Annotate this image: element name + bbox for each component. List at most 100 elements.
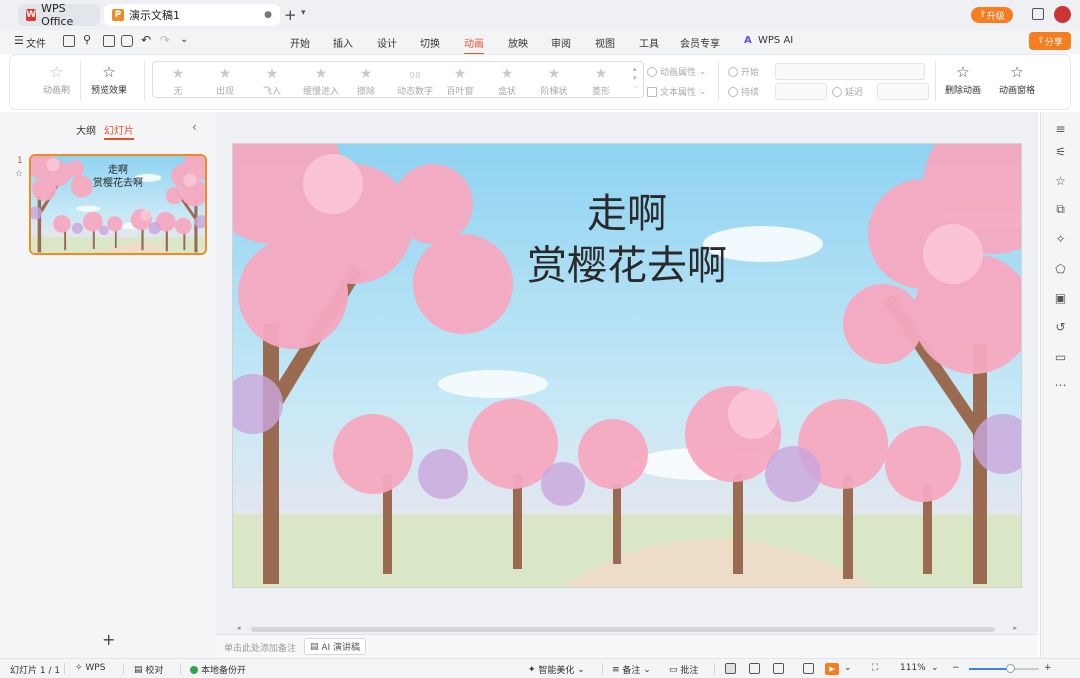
save-icon[interactable] — [63, 35, 75, 47]
tab-label: WPS Office — [41, 2, 74, 28]
tab-insert[interactable]: 插入 — [333, 35, 353, 50]
zoom-slider-knob[interactable] — [1005, 664, 1015, 673]
hamburger-icon[interactable]: ≡ — [1054, 122, 1067, 136]
proofread-button[interactable]: ▤ 校对 — [134, 663, 163, 677]
animation-painter-button[interactable]: ☆ 动画刷 — [43, 63, 70, 96]
tab-review[interactable]: 审阅 — [551, 35, 571, 50]
notes-button[interactable]: ≡ 备注 ⌄ — [612, 663, 651, 677]
animation-pane-button[interactable]: ☆ 动画窗格 — [999, 63, 1035, 96]
comment-icon: ▭ — [669, 664, 681, 675]
zoom-in-icon[interactable]: + — [1044, 663, 1052, 673]
scroll-left-icon[interactable]: ◂ — [237, 624, 241, 632]
duration-stepper[interactable] — [775, 83, 827, 100]
copy-icon[interactable]: ⧉ — [1054, 202, 1067, 216]
fit-window-icon[interactable]: ⛶ — [872, 663, 878, 673]
animation-props-button[interactable]: 动画属性 ⌄ — [647, 65, 706, 78]
tab-outline[interactable]: 大纲 — [76, 122, 96, 137]
chevron-down-icon[interactable]: ⌄ — [180, 34, 188, 45]
slide[interactable]: 走啊 赏樱花去啊 — [233, 144, 1021, 587]
undo-icon[interactable]: ↶ — [141, 33, 151, 47]
print-icon[interactable] — [103, 35, 115, 47]
share-button[interactable]: ⇪ 分享 — [1029, 32, 1071, 50]
image-edit-icon[interactable]: ▣ — [1054, 291, 1067, 305]
upgrade-button[interactable]: ⇧ 升级 — [971, 7, 1013, 23]
effect-box[interactable]: ★ 盒状 — [485, 66, 529, 97]
tab-home[interactable]: 开始 — [290, 35, 310, 50]
tab-design[interactable]: 设计 — [377, 35, 397, 50]
smart-beautify-button[interactable]: ✦ 智能美化 ⌄ — [528, 663, 585, 677]
star-icon[interactable]: ☆ — [1054, 174, 1067, 188]
zoom-slider[interactable] — [969, 664, 1039, 673]
history-icon[interactable]: ↺ — [1054, 320, 1067, 334]
tab-slides[interactable]: 幻灯片 — [104, 122, 134, 140]
tab-view[interactable]: 视图 — [595, 35, 615, 50]
comments-button[interactable]: ▭ 批注 — [669, 663, 698, 677]
tab-wps-ai[interactable]: WPS AI — [758, 35, 793, 46]
delete-animation-button[interactable]: ☆ 删除动画 — [945, 63, 981, 96]
divider — [80, 61, 81, 101]
avatar[interactable] — [1054, 6, 1071, 23]
slide-count: 幻灯片 1 / 1 — [10, 666, 61, 676]
presenter-view-icon[interactable] — [803, 663, 814, 674]
ai-speech-button[interactable]: ▤ AI 演讲稿 — [304, 638, 367, 655]
adjust-icon[interactable]: ⚟ — [1054, 145, 1067, 159]
notes-placeholder[interactable]: 单击此处添加备注 — [224, 641, 296, 654]
effect-none[interactable]: ★ 无 — [156, 66, 200, 97]
unsaved-dot-icon[interactable]: ● — [264, 10, 272, 20]
tab-wps-office[interactable]: W WPS Office — [18, 2, 100, 28]
link-icon[interactable]: ⚲ — [83, 33, 91, 46]
chevron-down-icon[interactable]: ⌄ — [844, 663, 852, 673]
hamburger-icon[interactable]: ☰ — [14, 34, 24, 47]
effect-diamond[interactable]: ★ 菱形 — [579, 66, 623, 97]
zoom-out-icon[interactable]: − — [952, 663, 960, 673]
effect-dynamic-number[interactable]: ₉₈ 动态数字 — [391, 66, 439, 97]
new-tab-button[interactable]: + — [284, 6, 297, 24]
gallery-scroll[interactable]: ▴ ▾ ⋯ — [633, 65, 640, 92]
divider — [144, 61, 145, 101]
effect-stairs[interactable]: ★ 阶梯状 — [532, 66, 576, 97]
more-icon[interactable]: ⋯ — [1054, 378, 1067, 392]
grid-view-icon[interactable] — [749, 663, 760, 674]
text-props-button[interactable]: 文本属性 ⌄ — [647, 85, 706, 98]
window-switch-icon[interactable] — [1032, 8, 1044, 20]
slide-title[interactable]: 走啊 赏樱花去啊 — [233, 188, 1021, 292]
scrollbar-thumb[interactable] — [251, 627, 995, 632]
normal-view-icon[interactable] — [725, 663, 736, 674]
slide-thumbnail[interactable]: 走啊 赏樱花去啊 — [29, 154, 207, 255]
scroll-right-icon[interactable]: ▸ — [1013, 624, 1017, 632]
tab-animation[interactable]: 动画 — [464, 35, 484, 55]
print-preview-icon[interactable] — [121, 35, 133, 47]
tab-presentation[interactable]: P 演示文稿1 ● — [104, 4, 280, 26]
wps-button[interactable]: ✧ WPS — [75, 663, 105, 673]
tab-tools[interactable]: 工具 — [639, 35, 659, 50]
zoom-level[interactable]: 111% — [900, 663, 926, 673]
comment-icon[interactable]: ▭ — [1054, 350, 1067, 364]
add-slide-button[interactable]: + — [102, 630, 115, 649]
collapse-icon[interactable]: ‹ — [192, 120, 197, 134]
effect-blinds[interactable]: ★ 百叶窗 — [438, 66, 482, 97]
notes-area[interactable]: 单击此处添加备注 ▤ AI 演讲稿 — [216, 634, 1038, 658]
chevron-down-icon: ⌄ — [574, 664, 585, 675]
chevron-down-icon[interactable]: ▾ — [301, 8, 306, 18]
horizontal-scrollbar[interactable]: ◂ ▸ — [233, 624, 1021, 632]
magic-icon[interactable]: ✧ — [1054, 232, 1067, 246]
play-slideshow-button[interactable]: ▶ — [825, 663, 839, 675]
star-delete-icon: ☆ — [956, 63, 970, 81]
start-select[interactable] — [775, 63, 925, 80]
chevron-down-icon[interactable]: ⌄ — [931, 663, 939, 673]
tab-membership[interactable]: 会员专享 — [680, 35, 720, 50]
effect-appear[interactable]: ★ 出现 — [203, 66, 247, 97]
preview-effect-button[interactable]: ☆ 预览效果 — [91, 63, 127, 96]
tab-slideshow[interactable]: 放映 — [508, 35, 528, 50]
backup-status[interactable]: 本地备份开 — [190, 663, 246, 676]
delay-stepper[interactable] — [877, 83, 929, 100]
effect-label: 无 — [173, 87, 183, 97]
effect-wipe[interactable]: ★ 擦除 — [344, 66, 388, 97]
redo-icon[interactable]: ↷ — [160, 33, 170, 47]
effect-fly-in[interactable]: ★ 飞入 — [250, 66, 294, 97]
file-menu[interactable]: 文件 — [26, 35, 46, 50]
effect-slow-in[interactable]: ★ 缓慢进入 — [297, 66, 345, 97]
tab-transition[interactable]: 切换 — [420, 35, 440, 50]
shape-icon[interactable]: ⬠ — [1054, 262, 1067, 276]
reading-view-icon[interactable] — [773, 663, 784, 674]
